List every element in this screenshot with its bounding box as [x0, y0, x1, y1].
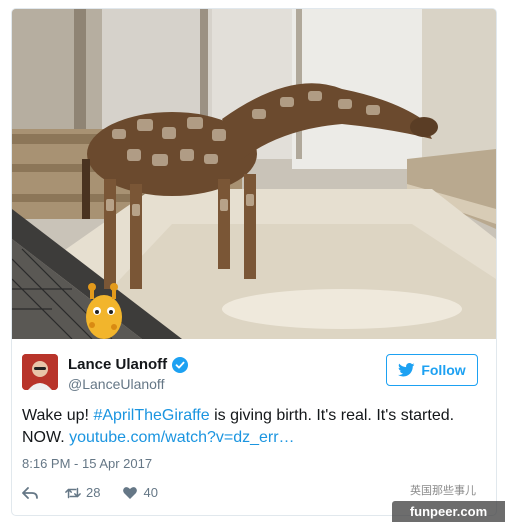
- hashtag-link[interactable]: #AprilTheGiraffe: [93, 407, 209, 424]
- author-display-name[interactable]: Lance Ulanoff: [68, 356, 167, 373]
- verified-icon: [172, 356, 189, 373]
- like-action[interactable]: 40: [122, 485, 158, 500]
- retweet-icon: [65, 487, 81, 498]
- follow-button[interactable]: Follow: [386, 354, 478, 386]
- tweet-card: Lance Ulanoff @LanceUlanoff Follow Wake …: [11, 8, 497, 516]
- youtube-link[interactable]: youtube.com/watch?v=dz_err…: [69, 429, 294, 446]
- like-count: 40: [143, 485, 158, 500]
- watermark-chinese: 英国那些事儿: [410, 485, 476, 497]
- like-icon: [123, 486, 138, 499]
- avatar-portrait-icon: [22, 354, 58, 390]
- reply-action[interactable]: [22, 486, 43, 500]
- tweet-header: Lance Ulanoff @LanceUlanoff Follow: [22, 354, 486, 394]
- tweet-timestamp[interactable]: 8:16 PM - 15 Apr 2017: [22, 456, 152, 471]
- twitter-bird-icon: [398, 363, 415, 377]
- tweet-actions: 28 40: [22, 485, 180, 500]
- tweet-text-part1: Wake up!: [22, 407, 94, 424]
- watermark: funpeer.com: [392, 501, 505, 522]
- retweet-count: 28: [86, 485, 101, 500]
- tweet-text: Wake up! #AprilTheGiraffe is giving birt…: [22, 405, 486, 449]
- giraffe-video-frame: [12, 9, 496, 339]
- reply-icon: [22, 486, 38, 499]
- author-handle[interactable]: @LanceUlanoff: [68, 376, 164, 392]
- retweet-action[interactable]: 28: [65, 485, 100, 500]
- follow-button-label: Follow: [421, 362, 466, 378]
- author-name-row: Lance Ulanoff: [68, 356, 189, 373]
- tweet-media-video[interactable]: [12, 9, 496, 339]
- avatar[interactable]: [22, 354, 58, 390]
